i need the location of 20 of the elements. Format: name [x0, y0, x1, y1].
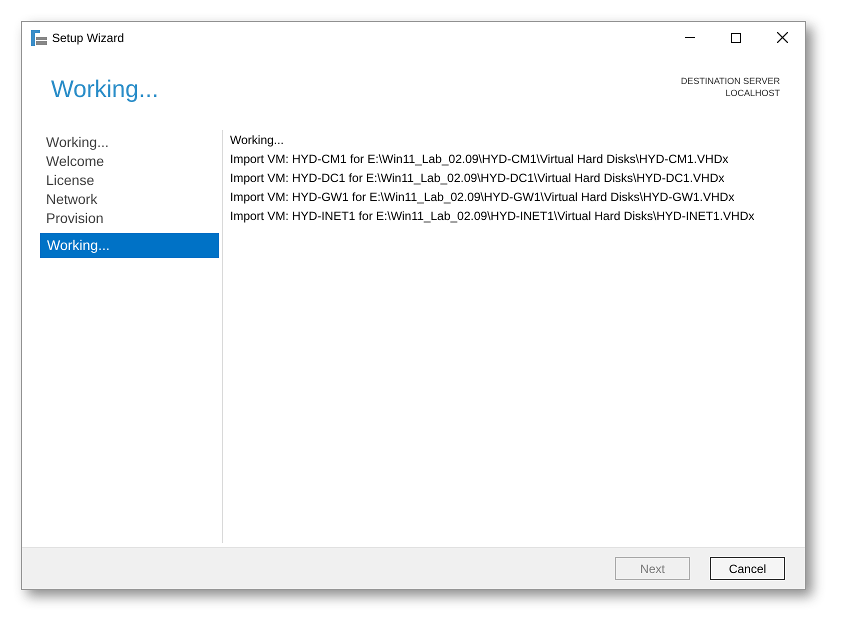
minimize-icon — [685, 37, 695, 38]
step-item[interactable]: Working... — [40, 233, 219, 258]
destination-label: DESTINATION SERVER — [680, 75, 780, 87]
step-item[interactable]: Network — [40, 190, 219, 209]
step-item[interactable]: Working... — [40, 133, 219, 152]
step-item[interactable]: Welcome — [40, 152, 219, 171]
app-icon — [31, 30, 47, 46]
page-title: Working... — [51, 78, 159, 102]
log-line: Import VM: HYD-GW1 for E:\Win11_Lab_02.09\HYD-GW1\Virtual Hard Disks\HYD-GW1.VHDx — [230, 189, 736, 206]
destination-server: LOCALHOST — [725, 87, 780, 99]
window-title: Setup Wizard — [52, 30, 124, 46]
log-line: Import VM: HYD-INET1 for E:\Win11_Lab_02.09\HYD-INET1\Virtual Hard Disks\HYD-INET1.VHDx — [230, 208, 754, 225]
log-line: Working... — [230, 132, 285, 149]
log-line: Import VM: HYD-DC1 for E:\Win11_Lab_02.09\HYD-DC1\Virtual Hard Disks\HYD-DC1.VHDx — [230, 170, 726, 187]
step-item[interactable]: License — [40, 171, 219, 190]
log-line: Import VM: HYD-CM1 for E:\Win11_Lab_02.09\HYD-CM1\Virtual Hard Disks\HYD-CM1.VHDx — [230, 151, 730, 168]
close-icon — [776, 32, 788, 43]
wizard-button[interactable]: Cancel — [710, 557, 785, 580]
maximize-icon — [731, 32, 741, 42]
step-item[interactable]: Provision — [40, 209, 219, 228]
